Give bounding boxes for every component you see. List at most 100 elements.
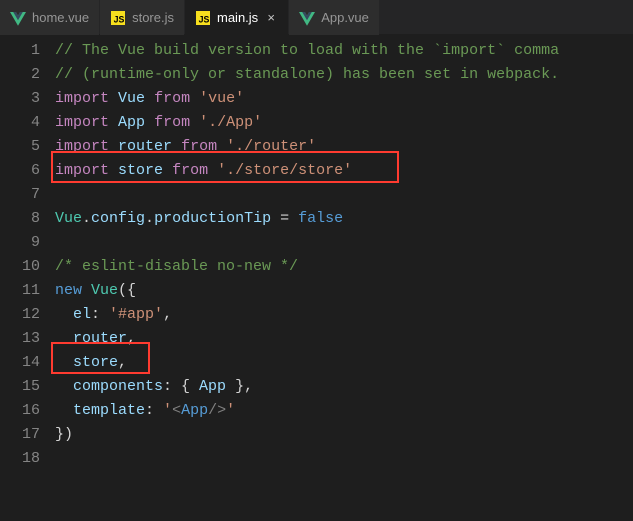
- code-line[interactable]: template: '<App/>': [55, 399, 633, 423]
- code-line[interactable]: // The Vue build version to load with th…: [55, 39, 633, 63]
- code-line[interactable]: import router from './router': [55, 135, 633, 159]
- token: template: [73, 402, 145, 419]
- token: el: [73, 306, 91, 323]
- token: import: [55, 114, 109, 131]
- token: <: [172, 402, 181, 419]
- token: [109, 90, 118, 107]
- tab-label: store.js: [132, 10, 174, 25]
- token: />: [208, 402, 226, 419]
- code-line[interactable]: [55, 183, 633, 207]
- line-number: 1: [0, 39, 40, 63]
- line-number: 16: [0, 399, 40, 423]
- token: store: [73, 354, 118, 371]
- code-line[interactable]: // (runtime-only or standalone) has been…: [55, 63, 633, 87]
- line-number: 18: [0, 447, 40, 471]
- token: [172, 138, 181, 155]
- code-line[interactable]: router,: [55, 327, 633, 351]
- tab-App-vue[interactable]: App.vue: [289, 0, 379, 35]
- code-line[interactable]: store,: [55, 351, 633, 375]
- line-number: 2: [0, 63, 40, 87]
- token: :: [145, 402, 163, 419]
- code-line[interactable]: /* eslint-disable no-new */: [55, 255, 633, 279]
- tab-label: home.vue: [32, 10, 89, 25]
- tab-label: main.js: [217, 10, 258, 25]
- token: [208, 162, 217, 179]
- token: // The Vue build version to load with th…: [55, 42, 559, 59]
- token: .: [145, 210, 154, 227]
- line-number: 3: [0, 87, 40, 111]
- token: productionTip: [154, 210, 271, 227]
- token: ,: [118, 354, 127, 371]
- token: [217, 138, 226, 155]
- line-number: 10: [0, 255, 40, 279]
- svg-text:JS: JS: [114, 14, 125, 24]
- token: import: [55, 162, 109, 179]
- code-line[interactable]: import Vue from 'vue': [55, 87, 633, 111]
- token: './router': [226, 138, 316, 155]
- code-line[interactable]: import store from './store/store': [55, 159, 633, 183]
- token: new: [55, 282, 82, 299]
- code-line[interactable]: }): [55, 423, 633, 447]
- token: import: [55, 138, 109, 155]
- token: Vue: [91, 282, 118, 299]
- token: ': [226, 402, 235, 419]
- code-area[interactable]: // The Vue build version to load with th…: [55, 35, 633, 521]
- token: [55, 354, 73, 371]
- token: // (runtime-only or standalone) has been…: [55, 66, 559, 83]
- token: './store/store': [217, 162, 352, 179]
- close-icon[interactable]: ×: [264, 10, 278, 25]
- vue-icon: [10, 10, 26, 26]
- token: App: [199, 378, 226, 395]
- code-line[interactable]: new Vue({: [55, 279, 633, 303]
- token: [163, 162, 172, 179]
- line-number: 14: [0, 351, 40, 375]
- token: '#app': [109, 306, 163, 323]
- line-number: 5: [0, 135, 40, 159]
- code-line[interactable]: components: { App },: [55, 375, 633, 399]
- token: [109, 114, 118, 131]
- token: [145, 90, 154, 107]
- token: ,: [163, 306, 172, 323]
- code-line[interactable]: [55, 231, 633, 255]
- line-number: 13: [0, 327, 40, 351]
- token: [145, 114, 154, 131]
- gutter: 123456789101112131415161718: [0, 35, 55, 521]
- token: Vue: [118, 90, 145, 107]
- token: }): [55, 426, 73, 443]
- tab-home-vue[interactable]: home.vue: [0, 0, 99, 35]
- line-number: 6: [0, 159, 40, 183]
- token: 'vue': [199, 90, 244, 107]
- vue-icon: [299, 10, 315, 26]
- token: [55, 402, 73, 419]
- svg-text:JS: JS: [199, 14, 210, 24]
- token: ': [163, 402, 172, 419]
- token: .: [82, 210, 91, 227]
- js-icon: JS: [110, 10, 126, 26]
- line-number: 15: [0, 375, 40, 399]
- tab-main-js[interactable]: JS main.js ×: [185, 0, 288, 35]
- token: [190, 90, 199, 107]
- line-number: 7: [0, 183, 40, 207]
- token: :: [91, 306, 109, 323]
- token: [82, 282, 91, 299]
- code-line[interactable]: Vue.config.productionTip = false: [55, 207, 633, 231]
- token: config: [91, 210, 145, 227]
- token: components: [73, 378, 163, 395]
- code-line[interactable]: [55, 447, 633, 471]
- token: from: [154, 114, 190, 131]
- token: App: [181, 402, 208, 419]
- token: './App': [199, 114, 262, 131]
- tab-store-js[interactable]: JS store.js: [100, 0, 184, 35]
- tab-label: App.vue: [321, 10, 369, 25]
- token: [55, 306, 73, 323]
- token: store: [118, 162, 163, 179]
- code-line[interactable]: import App from './App': [55, 111, 633, 135]
- code-line[interactable]: el: '#app',: [55, 303, 633, 327]
- js-icon: JS: [195, 10, 211, 26]
- line-number: 8: [0, 207, 40, 231]
- token: /* eslint-disable no-new */: [55, 258, 298, 275]
- line-number: 12: [0, 303, 40, 327]
- token: },: [226, 378, 253, 395]
- line-number: 17: [0, 423, 40, 447]
- line-number: 11: [0, 279, 40, 303]
